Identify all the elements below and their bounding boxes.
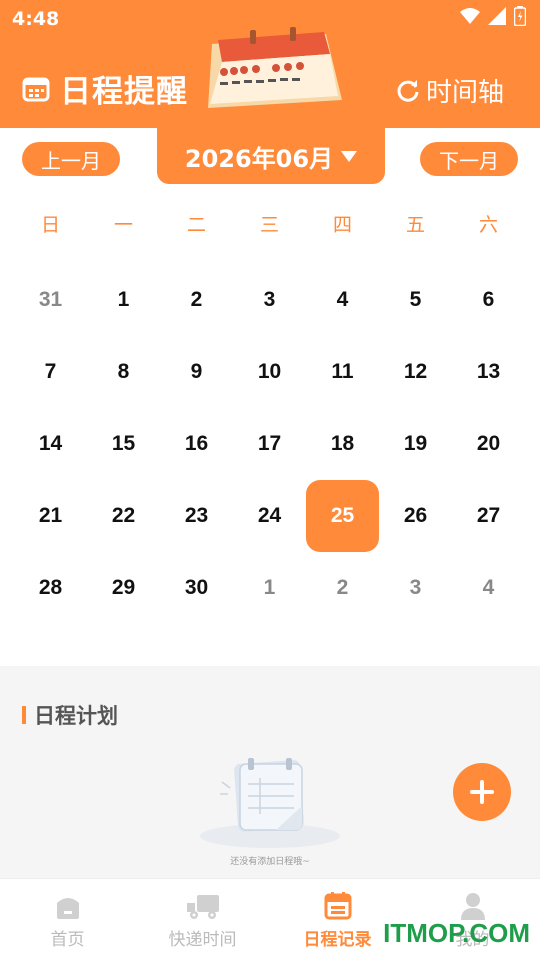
calendar-day[interactable]: 13	[452, 336, 525, 408]
calendar-day[interactable]: 12	[379, 336, 452, 408]
calendar-grid: 31 1 2 3 4 5 6 7 8 9 10 11 12 13 14 15 1…	[14, 264, 526, 624]
calendar-day[interactable]: 29	[87, 552, 160, 624]
calendar-day[interactable]: 23	[160, 480, 233, 552]
home-icon	[56, 898, 79, 919]
calendar-day[interactable]: 3	[379, 552, 452, 624]
title-row: 日程提醒	[22, 66, 188, 111]
prev-month-button[interactable]: 上一月	[22, 142, 120, 176]
battery-icon	[514, 6, 526, 26]
calendar-day[interactable]: 20	[452, 408, 525, 480]
status-icons	[460, 6, 526, 26]
app-title: 日程提醒	[60, 74, 188, 110]
nav-item-delivery[interactable]: 快递时间	[135, 879, 270, 960]
calendar-icon	[22, 77, 50, 101]
calendar-day[interactable]: 1	[233, 552, 306, 624]
empty-notebook-icon	[200, 758, 340, 848]
week-row: 21 22 23 24 25 26 27	[14, 480, 526, 552]
timeline-button[interactable]: 时间轴	[396, 72, 504, 109]
wifi-icon	[460, 8, 480, 24]
plan-section: 日程计划 还没有添加日程哦~	[0, 666, 540, 878]
calendar-day[interactable]: 7	[14, 336, 87, 408]
week-row: 14 15 16 17 18 19 20	[14, 408, 526, 480]
calendar-day[interactable]: 17	[233, 408, 306, 480]
calendar-day[interactable]: 14	[14, 408, 87, 480]
month-nav: 上一月 2026年06月 下一月	[0, 128, 540, 186]
plan-title: 日程计划	[22, 700, 118, 730]
calendar-day[interactable]: 16	[160, 408, 233, 480]
nav-label-delivery: 快递时间	[168, 930, 237, 950]
weekday-label: 四	[332, 214, 352, 236]
weekday-label: 六	[478, 214, 498, 236]
calendar-day[interactable]: 2	[160, 264, 233, 336]
calendar-day[interactable]: 31	[14, 264, 87, 336]
calendar-day[interactable]: 9	[160, 336, 233, 408]
calendar-day[interactable]: 4	[306, 264, 379, 336]
signal-icon	[488, 7, 506, 25]
month-selector[interactable]: 2026年06月	[157, 128, 385, 184]
empty-state-text: 还没有添加日程哦~	[230, 857, 310, 867]
weekday-label: 一	[113, 214, 133, 236]
calendar-day[interactable]: 3	[233, 264, 306, 336]
calendar-day-selected[interactable]: 25	[306, 480, 379, 552]
nav-label-home: 首页	[50, 930, 85, 950]
calendar-day[interactable]: 26	[379, 480, 452, 552]
current-month: 2026年06月	[184, 144, 334, 173]
add-schedule-button[interactable]	[453, 763, 511, 821]
plan-title-text: 日程计划	[34, 704, 118, 728]
plus-icon	[470, 780, 494, 804]
week-row: 7 8 9 10 11 12 13	[14, 336, 526, 408]
nav-label-schedule: 日程记录	[303, 930, 372, 950]
weekday-label: 三	[259, 214, 279, 236]
weekday-label: 二	[186, 214, 206, 236]
title-accent-bar	[22, 706, 26, 724]
calendar-day[interactable]: 28	[14, 552, 87, 624]
calendar-day[interactable]: 15	[87, 408, 160, 480]
status-time: 4:48	[12, 8, 60, 30]
user-icon	[460, 893, 485, 920]
weekday-label: 日	[40, 214, 60, 236]
calendar-day[interactable]: 1	[87, 264, 160, 336]
calendar-day[interactable]: 2	[306, 552, 379, 624]
calendar-day[interactable]: 27	[452, 480, 525, 552]
caret-down-icon	[341, 150, 358, 162]
refresh-icon	[397, 79, 419, 102]
week-row: 28 29 30 1 2 3 4	[14, 552, 526, 624]
timeline-label: 时间轴	[425, 78, 504, 108]
calendar-day[interactable]: 6	[452, 264, 525, 336]
calendar-day[interactable]: 30	[160, 552, 233, 624]
next-month-button[interactable]: 下一月	[420, 142, 518, 176]
calendar-day[interactable]: 8	[87, 336, 160, 408]
calendar-day[interactable]: 21	[14, 480, 87, 552]
nav-item-home[interactable]: 首页	[0, 879, 135, 960]
header: 4:48 日程提醒 时间轴	[0, 0, 540, 128]
calendar-icon	[324, 892, 351, 920]
weekday-header: 日 一 二 三 四 五 六	[14, 210, 526, 237]
calendar-day[interactable]: 19	[379, 408, 452, 480]
calendar-day[interactable]: 18	[306, 408, 379, 480]
weekday-label: 五	[405, 214, 425, 236]
week-row: 31 1 2 3 4 5 6	[14, 264, 526, 336]
calendar-day[interactable]: 4	[452, 552, 525, 624]
watermark-text: ITMOP.COM	[383, 918, 530, 948]
calendar-day[interactable]: 5	[379, 264, 452, 336]
truck-icon	[186, 895, 219, 919]
calendar-day[interactable]: 22	[87, 480, 160, 552]
calendar-day[interactable]: 24	[233, 480, 306, 552]
calendar-illustration	[208, 27, 342, 108]
calendar-day[interactable]: 10	[233, 336, 306, 408]
calendar-day[interactable]: 11	[306, 336, 379, 408]
